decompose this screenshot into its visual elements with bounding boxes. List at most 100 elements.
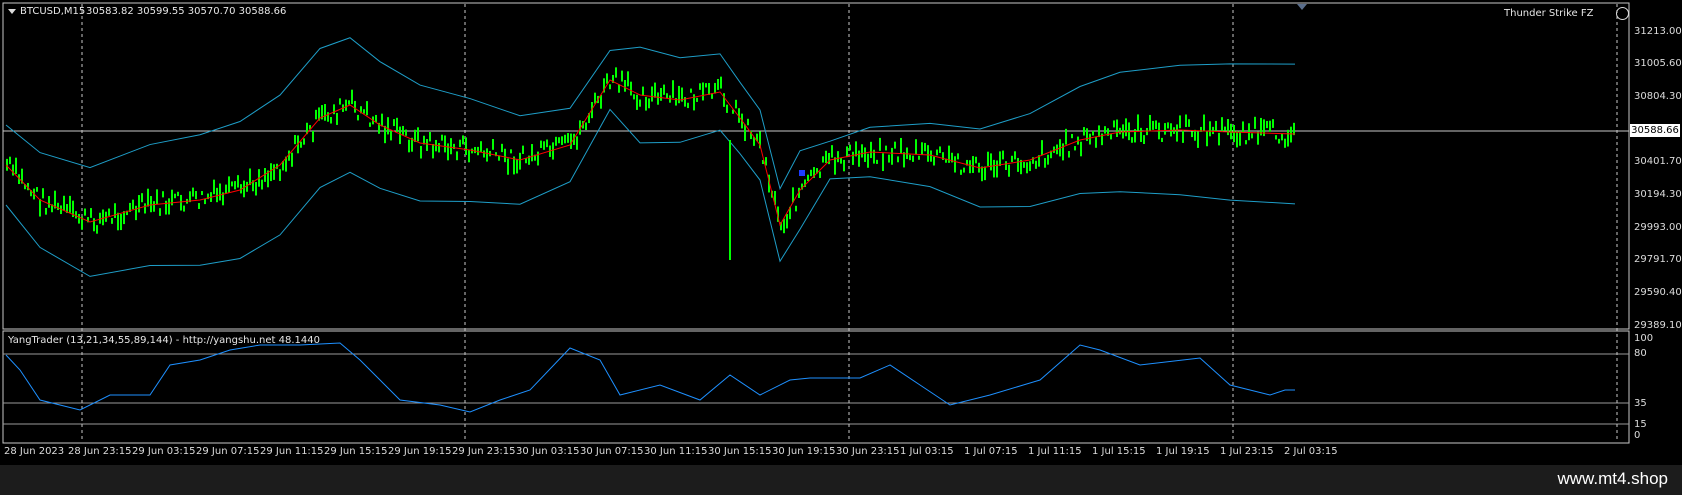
candle: [705, 83, 707, 88]
candle: [246, 181, 248, 192]
candle: [840, 157, 842, 164]
candle: [993, 159, 995, 178]
candle: [237, 175, 239, 188]
candle: [1116, 119, 1118, 137]
candle: [63, 195, 65, 211]
price-tick: 30194.30: [1634, 189, 1682, 200]
candle: [531, 144, 533, 162]
candle: [972, 156, 974, 173]
expert-smiley-icon[interactable]: [1616, 7, 1629, 20]
candle: [1290, 126, 1292, 143]
price-tick: 30804.30: [1634, 91, 1682, 102]
time-tick: 2 Jul 03:15: [1284, 446, 1338, 457]
candle: [888, 154, 890, 163]
candle: [90, 208, 92, 218]
candle: [1179, 115, 1181, 129]
candle: [1017, 157, 1019, 172]
candle: [1263, 119, 1265, 137]
candle: [198, 203, 200, 209]
candle: [1092, 130, 1094, 136]
candle: [1185, 114, 1187, 128]
candle: [900, 137, 902, 154]
candle: [1104, 126, 1106, 134]
candle: [456, 151, 458, 161]
candle: [555, 136, 557, 146]
candle: [870, 141, 872, 159]
candle: [699, 83, 701, 90]
candle: [510, 149, 512, 154]
candle: [567, 133, 569, 143]
candle: [150, 196, 152, 213]
candle: [552, 142, 554, 160]
candle: [930, 150, 932, 162]
candle: [183, 205, 185, 212]
candle: [249, 168, 251, 186]
candle: [486, 148, 488, 162]
candle: [537, 151, 539, 166]
candle: [540, 140, 542, 148]
candle: [159, 208, 161, 216]
chart-window[interactable]: BTCUSD,M15 30583.82 30599.55 30570.70 30…: [0, 0, 1682, 465]
candle: [438, 143, 440, 153]
candle: [615, 67, 617, 78]
candle: [657, 92, 659, 105]
dropdown-arrow-icon[interactable]: [8, 9, 16, 14]
candle: [849, 144, 851, 151]
candle: [177, 191, 179, 197]
price-tick: 31213.00: [1634, 26, 1682, 37]
candle: [1041, 140, 1043, 156]
candle: [108, 208, 110, 216]
candle: [1149, 114, 1151, 132]
candle: [1188, 119, 1190, 127]
candle: [687, 102, 689, 109]
candle: [45, 207, 47, 215]
candle: [312, 130, 314, 143]
expert-name: Thunder Strike FZ: [1504, 8, 1594, 19]
candle: [261, 179, 263, 190]
candle: [315, 109, 317, 120]
candle: [1284, 138, 1286, 148]
candle: [384, 125, 386, 144]
candle: [228, 176, 230, 193]
candle: [399, 126, 401, 145]
candle: [243, 180, 245, 198]
candle: [999, 151, 1001, 166]
candle: [627, 71, 629, 87]
candle: [963, 167, 965, 173]
candle: [450, 138, 452, 155]
time-tick: 30 Jun 11:15: [644, 446, 708, 457]
candle: [291, 152, 293, 167]
shift-marker-icon[interactable]: [1297, 4, 1307, 10]
candle: [633, 94, 635, 100]
time-tick: 30 Jun 19:15: [772, 446, 836, 457]
time-tick: 30 Jun 07:15: [580, 446, 644, 457]
candle: [1080, 141, 1082, 157]
candle: [369, 122, 371, 127]
time-tick: 1 Jul 03:15: [900, 446, 954, 457]
candle: [444, 135, 446, 153]
candle: [1143, 135, 1145, 145]
candle: [1182, 130, 1184, 143]
time-tick: 29 Jun 19:15: [388, 446, 452, 457]
time-tick: 28 Jun 2023: [4, 446, 65, 457]
candle: [15, 157, 17, 174]
candle: [99, 212, 101, 224]
candle: [1206, 130, 1208, 147]
candle: [906, 147, 908, 159]
candle: [1209, 121, 1211, 137]
candle: [525, 158, 527, 164]
price-tick: 31005.60: [1634, 58, 1682, 69]
candle: [432, 143, 434, 159]
candle: [708, 82, 710, 95]
candle: [1005, 161, 1007, 170]
candle: [507, 158, 509, 175]
candle: [564, 134, 566, 144]
indicator-pane-border: [2, 330, 1630, 444]
candle: [558, 137, 560, 144]
candle: [828, 152, 830, 165]
candle: [561, 136, 563, 145]
candle: [393, 119, 395, 127]
time-tick: 1 Jul 07:15: [964, 446, 1018, 457]
chart-canvas[interactable]: [0, 0, 1682, 465]
candle: [846, 146, 848, 158]
